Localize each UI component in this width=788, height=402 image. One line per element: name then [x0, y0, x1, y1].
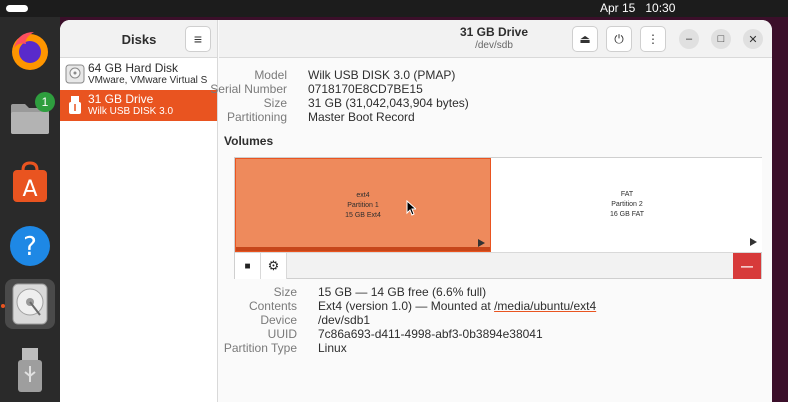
- dock-running-indicator: [1, 304, 5, 308]
- maximize-button[interactable]: □: [711, 29, 731, 49]
- dock-files[interactable]: 1: [5, 92, 55, 142]
- disks-icon: [12, 283, 48, 325]
- drive-title: 31 GB Drive: [459, 25, 529, 39]
- volume-toolbar: ■ ⚙ —: [235, 252, 761, 279]
- header-bar: 31 GB Drive /dev/sdb ⏏ ⏻ ⋮ – □ ✕: [219, 20, 772, 58]
- disk-name: 31 GB Drive: [88, 92, 154, 106]
- disk-name: 64 GB Hard Disk: [88, 61, 179, 75]
- partitioning-value: Master Boot Record: [308, 110, 415, 124]
- activities-button[interactable]: [6, 5, 28, 12]
- partition-2-type: FAT: [620, 191, 634, 198]
- serial-label: Serial Number: [210, 82, 287, 96]
- sidebar-header: Disks ≡: [60, 20, 217, 58]
- dock-firefox[interactable]: [5, 25, 55, 75]
- drive-device: /dev/sdb: [475, 40, 513, 51]
- device-value: /dev/sdb1: [318, 313, 371, 327]
- partition-1-block[interactable]: ext4 Partition 1 15 GB Ext4: [235, 158, 491, 252]
- close-icon: ✕: [748, 33, 758, 46]
- mounted-indicator-icon: [478, 239, 485, 247]
- partition-options-button[interactable]: ⚙: [261, 253, 287, 279]
- minimize-button[interactable]: –: [679, 29, 699, 49]
- partition-1-type: ext4: [356, 192, 370, 199]
- partition-2-name: Partition 2: [611, 201, 643, 208]
- contents-label: Contents: [248, 299, 297, 313]
- device-label: Device: [260, 313, 297, 327]
- sidebar: Disks ≡ 64 GB Hard Disk VMware, VMware V…: [60, 20, 218, 402]
- disk-item-usb-drive[interactable]: 31 GB Drive Wilk USB DISK 3.0: [60, 90, 217, 121]
- model-label: Model: [254, 68, 287, 82]
- dock-disks[interactable]: [5, 279, 55, 329]
- partition-2-desc: 16 GB FAT: [609, 211, 645, 218]
- hamburger-icon: ≡: [193, 31, 203, 47]
- delete-partition-button[interactable]: —: [733, 253, 761, 279]
- partitioning-label: Partitioning: [226, 110, 287, 124]
- partition-size-label: Size: [273, 285, 297, 299]
- main-menu-button[interactable]: ≡: [185, 26, 211, 52]
- uuid-value: 7c86a693-d411-4998-abf3-0b3894e38041: [318, 327, 543, 341]
- partition-2-indicator-icon: [750, 238, 757, 246]
- serial-value: 0718170E8CD7BE15: [308, 82, 423, 96]
- eject-button[interactable]: ⏏: [572, 26, 598, 52]
- minimize-icon: –: [685, 33, 693, 45]
- volumes-map: ext4 Partition 1 15 GB Ext4 FAT Partitio…: [234, 157, 762, 279]
- app-center-icon: A: [13, 161, 47, 202]
- uuid-label: UUID: [267, 327, 297, 341]
- volumes-title: Volumes: [224, 134, 274, 148]
- partition-1-desc: 15 GB Ext4: [345, 212, 381, 219]
- firefox-icon: [12, 32, 48, 70]
- disk-item-hard-disk[interactable]: 64 GB Hard Disk VMware, VMware Virtual S: [60, 59, 217, 90]
- contents-value: Ext4 (version 1.0) — Mounted at /media/u…: [318, 299, 596, 313]
- disk-model: VMware, VMware Virtual S: [88, 75, 208, 86]
- dock: 1 A ?: [0, 17, 60, 402]
- dock-app-center[interactable]: A: [5, 157, 55, 207]
- hard-disk-icon: [65, 64, 85, 84]
- clock-time: 10:30: [645, 1, 676, 15]
- dock-help[interactable]: ?: [5, 221, 55, 271]
- partition-2-block[interactable]: FAT Partition 2 16 GB FAT: [492, 158, 762, 252]
- unmount-button[interactable]: ■: [235, 253, 261, 279]
- close-button[interactable]: ✕: [743, 29, 763, 49]
- disk-model: Wilk USB DISK 3.0: [88, 106, 174, 117]
- partition-type-value: Linux: [318, 341, 347, 355]
- top-bar: Apr 15 10:30: [0, 0, 788, 17]
- size-label: Size: [263, 96, 287, 110]
- power-icon: ⏻: [614, 31, 624, 46]
- mount-point-link[interactable]: /media/ubuntu/ext4: [494, 299, 596, 313]
- minus-icon: —: [741, 259, 753, 273]
- svg-text:A: A: [22, 177, 37, 202]
- kebab-menu-icon: ⋮: [647, 32, 659, 46]
- files-badge: 1: [35, 92, 55, 112]
- partition-type-label: Partition Type: [223, 341, 297, 355]
- partition-1-usage-bar: [236, 247, 490, 251]
- clock-date: Apr 15: [600, 1, 636, 15]
- stop-icon: ■: [244, 260, 251, 272]
- main-panel: 31 GB Drive /dev/sdb ⏏ ⏻ ⋮ – □ ✕ Model W…: [210, 20, 772, 402]
- partition-size-value: 15 GB — 14 GB free (6.6% full): [318, 285, 487, 299]
- usb-drive-icon: [18, 348, 42, 392]
- drive-menu-button[interactable]: ⋮: [640, 26, 666, 52]
- maximize-icon: □: [717, 33, 725, 45]
- help-icon: ?: [10, 226, 50, 266]
- partition-1-name: Partition 1: [347, 202, 379, 209]
- dock-usb-drive[interactable]: [5, 345, 55, 395]
- svg-text:?: ?: [23, 232, 37, 262]
- mouse-cursor-icon: [406, 200, 416, 216]
- model-value: Wilk USB DISK 3.0 (PMAP): [308, 68, 456, 82]
- size-value: 31 GB (31,042,043,904 bytes): [308, 96, 469, 110]
- power-off-button[interactable]: ⏻: [606, 26, 632, 52]
- clock[interactable]: Apr 15 10:30: [600, 1, 685, 15]
- eject-icon: ⏏: [579, 32, 591, 46]
- contents-text: Ext4 (version 1.0) — Mounted at: [318, 299, 495, 313]
- gear-icon: ⚙: [267, 258, 280, 273]
- usb-icon: [69, 96, 81, 114]
- disks-window: Disks ≡ 64 GB Hard Disk VMware, VMware V…: [60, 20, 772, 402]
